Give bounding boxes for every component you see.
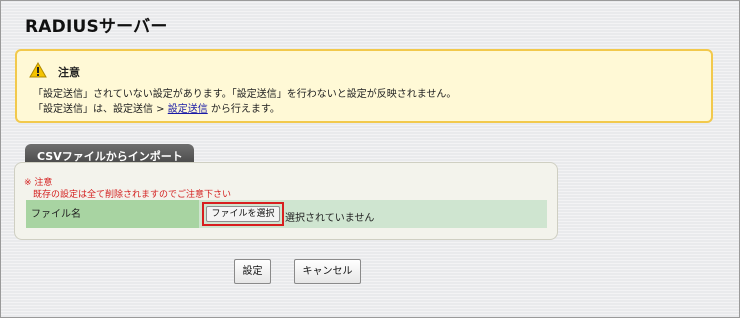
notice-line-2-suffix: から行えます。 <box>207 104 280 115</box>
settings-send-link[interactable]: 設定送信 <box>168 104 208 115</box>
tab-csv-import: CSVファイルからインポート <box>25 144 194 164</box>
notice-title: 注意 <box>58 66 80 79</box>
warning-icon <box>29 62 47 78</box>
notice-line-2-prefix: 「設定送信」は、設定送信 > <box>33 104 168 115</box>
file-input-cell: ファイルを選択 選択されていません <box>199 200 547 228</box>
file-status-text: 選択されていません <box>285 213 375 224</box>
notice-line-1: 「設定送信」されていない設定があります。「設定送信」を行わないと設定が反映されま… <box>33 89 457 100</box>
notice-box: 注意 「設定送信」されていない設定があります。「設定送信」を行わないと設定が反映… <box>15 49 713 123</box>
cancel-button[interactable]: キャンセル <box>294 259 361 284</box>
save-button[interactable]: 設定 <box>234 259 271 284</box>
file-button-highlight: ファイルを選択 <box>202 202 284 226</box>
file-name-label: ファイル名 <box>26 200 199 228</box>
notice-line-2: 「設定送信」は、設定送信 > 設定送信 から行えます。 <box>33 100 280 115</box>
panel-note-text: 既存の設定は全て削除されますのでご注意下さい <box>33 190 232 200</box>
choose-file-button[interactable]: ファイルを選択 <box>206 206 280 222</box>
csv-import-panel: ※ 注意 既存の設定は全て削除されますのでご注意下さい ファイル名 ファイルを選… <box>14 162 558 240</box>
page-title: RADIUSサーバー <box>25 17 168 37</box>
file-row: ファイル名 ファイルを選択 選択されていません <box>26 200 547 228</box>
